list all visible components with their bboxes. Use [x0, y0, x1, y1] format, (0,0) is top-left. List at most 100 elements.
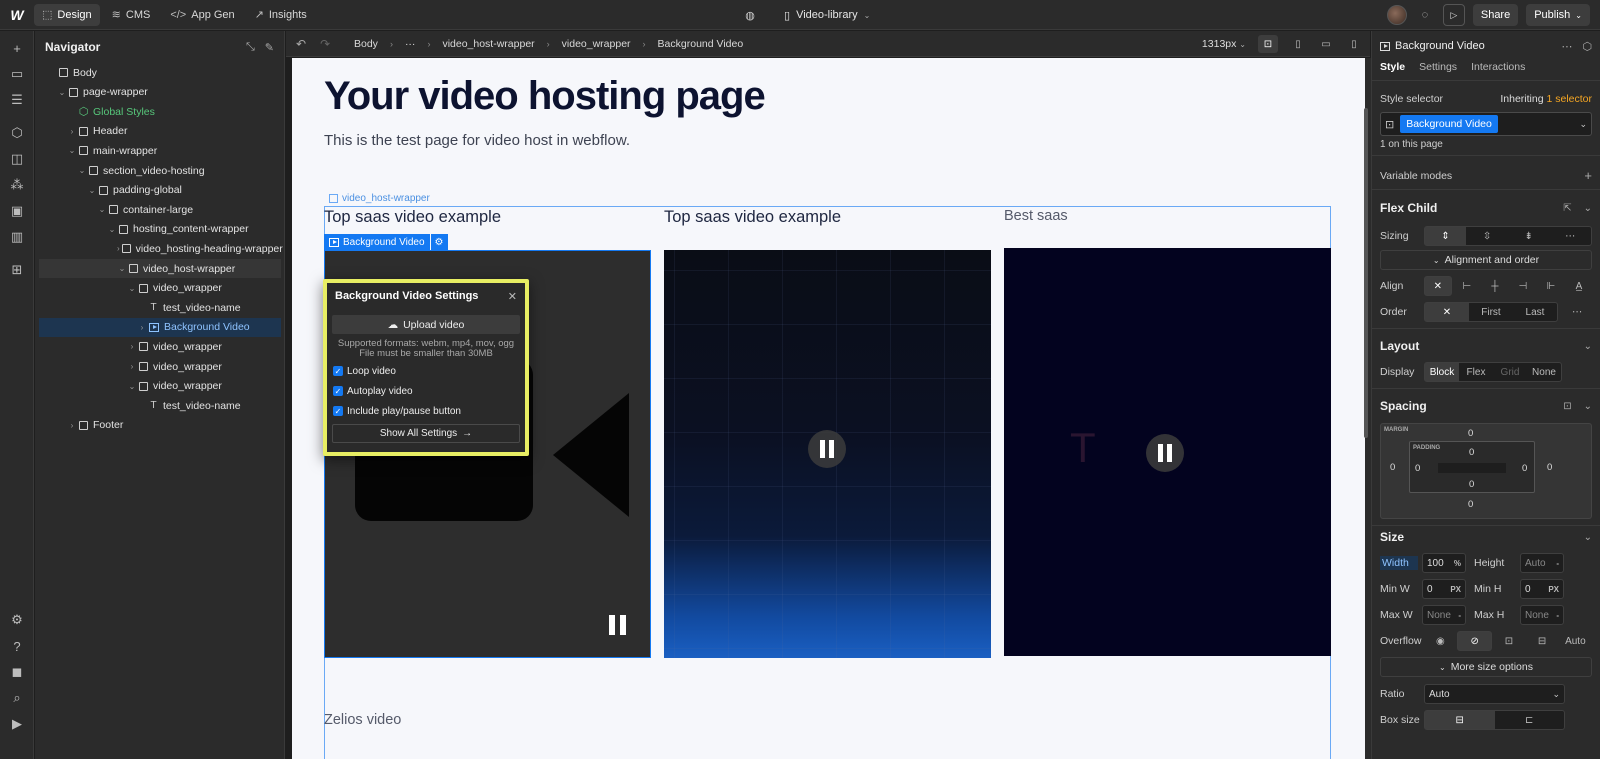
margin-box[interactable]: MARGIN 0 0 0 0 PADDING 0 0 0 0 [1380, 423, 1592, 519]
navigator-icon[interactable]: ☰ [8, 91, 26, 109]
navigator-item[interactable]: ⌄ video_wrapper [39, 377, 281, 396]
selector-chip[interactable]: Background Video [1400, 115, 1498, 133]
alignment-order-toggle[interactable]: ⌄ Alignment and order [1380, 250, 1592, 270]
selection-badge[interactable]: Background Video ⚙ [324, 234, 448, 250]
navigator-item[interactable]: Ttest_video-name [39, 396, 281, 415]
checkbox-checked-icon[interactable]: ✓ [333, 386, 343, 396]
size-section[interactable]: Size ⌄ [1380, 530, 1592, 544]
order-last[interactable]: Last [1513, 303, 1557, 321]
navigator-item[interactable]: ⌄ video_wrapper [39, 279, 281, 298]
collapse-icon[interactable]: ⤡ [246, 41, 255, 54]
breadcrumb-item[interactable]: Body [354, 38, 378, 50]
tab-interactions[interactable]: Interactions [1471, 61, 1525, 80]
align-start-icon[interactable]: ⊢ [1454, 276, 1480, 296]
chevron-down-icon[interactable]: ⌄ [77, 166, 87, 175]
play-pause-button-checkbox[interactable]: ✓ Include play/pause button [327, 401, 525, 421]
padding-bottom[interactable]: 0 [1469, 479, 1474, 490]
add-icon[interactable]: + [1584, 168, 1592, 183]
tab-design[interactable]: ⬚ Design [34, 3, 100, 26]
navigator-item[interactable]: ⌄ padding-global [39, 181, 281, 200]
chevron-right-icon[interactable]: › [127, 362, 137, 371]
ratio-select[interactable]: Auto ⌄ [1424, 684, 1565, 704]
navigator-item[interactable]: ⌄ video_host-wrapper [39, 259, 281, 278]
background-video[interactable] [664, 250, 991, 658]
navigator-item[interactable]: ⌄ hosting_content-wrapper [39, 220, 281, 239]
chevron-down-icon[interactable]: ⌄ [97, 205, 107, 214]
share-button[interactable]: Share [1472, 4, 1519, 26]
video-title[interactable]: Top saas video example [664, 208, 841, 227]
checkbox-checked-icon[interactable]: ✓ [333, 406, 343, 416]
margin-top[interactable]: 0 [1468, 428, 1473, 439]
min-width-unit[interactable]: PX [1450, 585, 1461, 594]
page-title[interactable]: Your video hosting page [324, 74, 766, 119]
padding-box[interactable]: PADDING 0 0 0 0 [1409, 441, 1535, 493]
align-baseline-icon[interactable]: A̲ [1566, 276, 1592, 296]
overflow-visible-icon[interactable]: ◉ [1424, 631, 1457, 651]
overflow-scroll-icon[interactable]: ⊡ [1492, 631, 1525, 651]
align-stretch-icon[interactable]: ⊩ [1538, 276, 1564, 296]
autoplay-video-checkbox[interactable]: ✓ Autoplay video [327, 381, 525, 401]
border-box-icon[interactable]: ⊟ [1425, 711, 1495, 729]
min-height-field[interactable]: 0 PX [1520, 579, 1564, 599]
redo-icon[interactable]: ↷ [320, 37, 330, 51]
unit-dash[interactable]: - [1556, 559, 1559, 568]
overflow-clip-icon[interactable]: ⊟ [1526, 631, 1559, 651]
min-width-field[interactable]: 0 PX [1422, 579, 1466, 599]
pause-icon[interactable] [609, 615, 629, 637]
breadcrumb-item[interactable]: ··· [405, 38, 416, 50]
navigator-item[interactable]: › Header [39, 122, 281, 141]
margin-right[interactable]: 0 [1547, 462, 1552, 473]
navigator-item[interactable]: › Background Video [39, 317, 281, 337]
background-video[interactable]: T [1004, 248, 1331, 656]
audit-icon[interactable]: ◼ [8, 663, 26, 681]
cms-collections-icon[interactable]: ◫ [8, 150, 26, 168]
navigator-item[interactable]: ⬡ Global Styles [39, 102, 281, 121]
breadcrumb-item[interactable]: video_host-wrapper [442, 38, 534, 50]
assets-icon[interactable]: ▣ [8, 202, 26, 220]
layout-section[interactable]: Layout ⌄ [1380, 339, 1592, 353]
navigator-item[interactable]: Body [39, 63, 281, 82]
tab-settings[interactable]: Settings [1419, 61, 1457, 80]
order-none-icon[interactable]: ✕ [1425, 303, 1469, 321]
component-icon[interactable]: ⬡ [1582, 40, 1592, 53]
chevron-right-icon[interactable]: › [67, 127, 77, 136]
navigator-item[interactable]: › video_hosting-heading-wrapper [39, 239, 283, 258]
canvas-width[interactable]: 1313px ⌄ [1202, 38, 1246, 50]
components-icon[interactable]: ⬡ [8, 124, 26, 142]
video-title[interactable]: Best saas [1004, 208, 1068, 224]
margin-bottom[interactable]: 0 [1468, 499, 1473, 510]
breadcrumb-item[interactable]: Background Video [658, 38, 744, 50]
align-none-icon[interactable]: ✕ [1423, 276, 1452, 296]
chevron-down-icon[interactable]: ⌄ [1584, 203, 1592, 214]
unit-dash[interactable]: - [1556, 611, 1559, 620]
chevron-down-icon[interactable]: ⌄ [127, 382, 137, 391]
align-end-icon[interactable]: ⊣ [1510, 276, 1536, 296]
height-field[interactable]: Auto - [1520, 553, 1564, 573]
overflow-hidden-icon[interactable]: ⊘ [1457, 631, 1493, 651]
webflow-logo-icon[interactable]: W [0, 0, 34, 30]
chevron-right-icon[interactable]: › [127, 342, 137, 351]
flex-child-section[interactable]: Flex Child ⇱ ⌄ [1380, 201, 1592, 215]
chevron-down-icon[interactable]: ⌄ [107, 225, 117, 234]
pin-icon[interactable]: ✎ [265, 41, 274, 54]
more-icon[interactable]: ⋯ [1572, 306, 1583, 318]
mobile-landscape-breakpoint-icon[interactable]: ▭ [1318, 37, 1334, 51]
publish-button[interactable]: Publish ⌄ [1526, 4, 1590, 26]
video-tutorial-icon[interactable]: ▶ [8, 715, 26, 733]
tablet-breakpoint-icon[interactable]: ▯ [1290, 37, 1306, 51]
chevron-down-icon[interactable]: ⌄ [1584, 341, 1592, 352]
search-icon[interactable]: ⌕ [8, 689, 26, 707]
content-box-icon[interactable]: ⊏ [1495, 711, 1565, 729]
no-shrink-icon[interactable]: ⇟ [1508, 227, 1550, 245]
width-label[interactable]: Width [1380, 556, 1418, 570]
checkbox-checked-icon[interactable]: ✓ [333, 366, 343, 376]
more-icon[interactable]: ⋯ [1549, 227, 1591, 245]
padding-left[interactable]: 0 [1415, 463, 1420, 474]
chevron-down-icon[interactable]: ⌄ [57, 88, 67, 97]
show-all-settings-button[interactable]: Show All Settings → [332, 424, 520, 443]
navigator-item[interactable]: ⌄ section_video-hosting [39, 161, 281, 180]
navigator-item[interactable]: › Footer [39, 416, 281, 435]
add-icon[interactable]: + [8, 39, 26, 57]
video-title[interactable]: Top saas video example [324, 208, 501, 227]
breadcrumb-item[interactable]: video_wrapper [562, 38, 631, 50]
